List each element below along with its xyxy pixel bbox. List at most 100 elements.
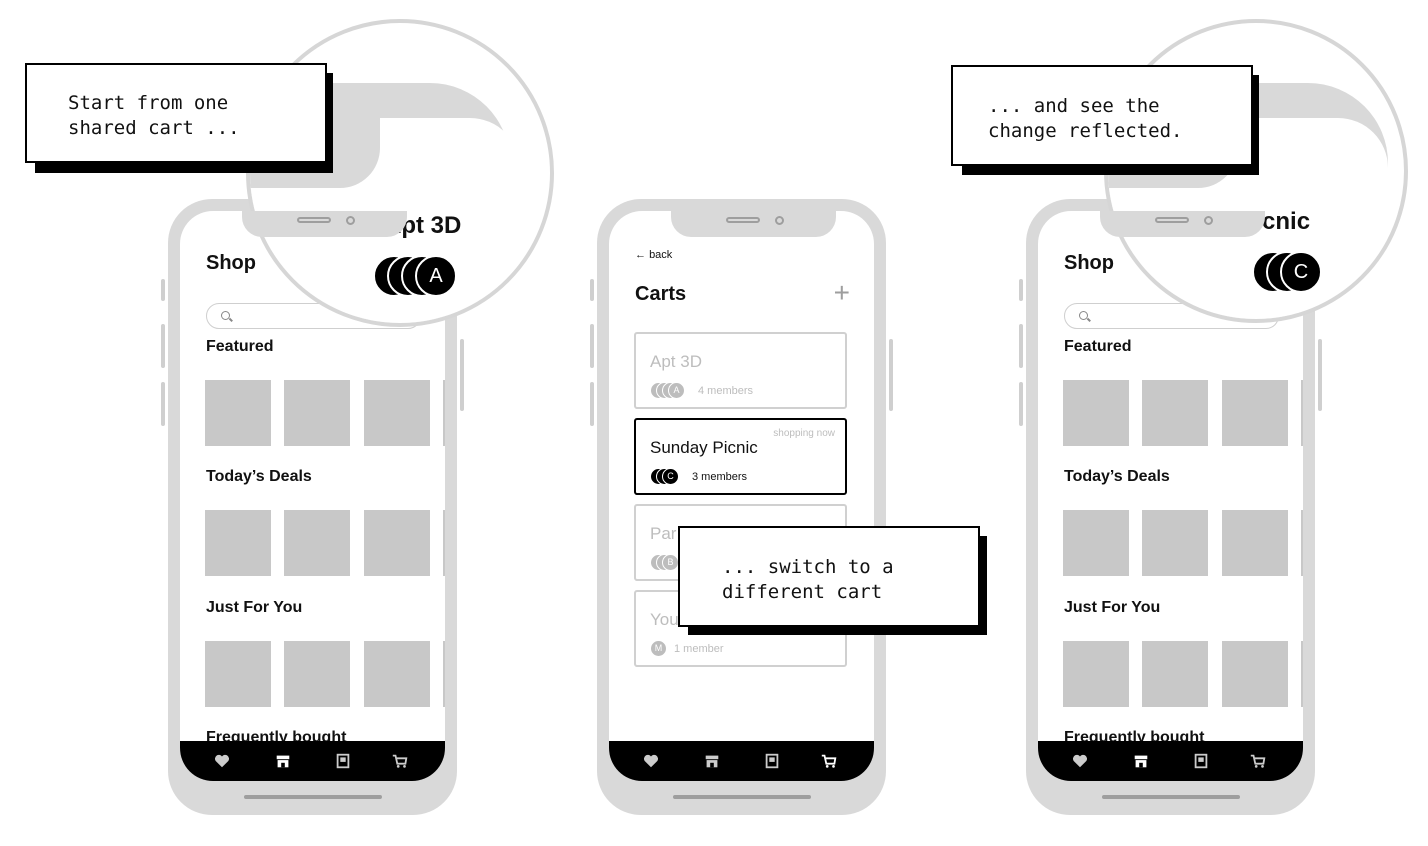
notch [242,211,407,237]
callout-start: Start from one shared cart ... [25,63,327,163]
side-button [590,279,594,301]
callout-text: ... switch to a different cart [722,556,894,603]
product-tile[interactable] [443,510,445,576]
side-button [590,382,594,426]
product-tile[interactable] [1063,641,1129,707]
arrow-left-icon: ← [635,249,650,261]
section-title-for-you: Just For You [1064,599,1161,616]
product-tile[interactable] [284,641,350,707]
cart-name: You [650,610,679,629]
home-indicator [244,795,382,799]
avatar: A [668,382,685,399]
product-tile[interactable] [1142,380,1208,446]
side-button [1019,324,1023,368]
product-tile[interactable] [284,510,350,576]
callout-text: Start from one shared cart ... [68,92,240,139]
book-icon[interactable] [334,752,352,770]
side-button [161,324,165,368]
book-icon[interactable] [763,752,781,770]
callout-reflected: ... and see the change reflected. [951,65,1253,166]
section-title-deals: Today’s Deals [206,468,312,485]
product-tile[interactable] [1222,641,1288,707]
phone-screen: ← back Carts + Apt 3D A 4 members shoppi… [609,211,874,781]
avatar: A [415,255,457,297]
avatar-stack: A [650,382,690,399]
cart-member-count: 3 members [692,471,748,483]
avatar: C [1280,251,1322,293]
product-tile[interactable] [1142,641,1208,707]
zoomed-avatar-stack: A [373,255,473,297]
heart-icon[interactable] [213,752,231,770]
search-icon [1079,311,1088,320]
product-tile[interactable] [1301,380,1303,446]
search-icon [221,311,230,320]
bottom-tab-bar [609,741,874,781]
product-tile[interactable] [1142,510,1208,576]
product-tile[interactable] [205,510,271,576]
page-title: Carts [635,283,687,305]
home-indicator [1102,795,1240,799]
side-button [1019,279,1023,301]
avatar-stack: C [650,468,690,485]
back-button[interactable]: ← back [635,249,672,261]
section-title-for-you: Just For You [206,599,303,616]
store-icon[interactable] [703,752,721,770]
side-button [590,324,594,368]
product-tile[interactable] [364,380,430,446]
section-title-featured: Featured [1064,338,1132,355]
product-tile[interactable] [1222,380,1288,446]
page-title: Shop [1064,252,1114,274]
side-button [460,339,464,411]
status-badge: shopping now [773,428,835,439]
bottom-tab-bar [180,741,445,781]
product-tile[interactable] [1063,510,1129,576]
zoomed-avatar-stack: C [1252,251,1342,293]
home-indicator [673,795,811,799]
add-cart-button[interactable]: + [834,277,850,309]
product-tile[interactable] [1301,641,1303,707]
avatar: M [650,640,667,657]
phone-carts: ← back Carts + Apt 3D A 4 members shoppi… [590,199,893,815]
product-tile[interactable] [364,510,430,576]
product-tile[interactable] [205,641,271,707]
cart-icon[interactable] [1249,752,1267,770]
heart-icon[interactable] [642,752,660,770]
callout-text: ... and see the change reflected. [988,95,1183,142]
product-tile[interactable] [205,380,271,446]
heart-icon[interactable] [1071,752,1089,770]
cart-card-apt-3d[interactable]: Apt 3D A 4 members [634,332,847,409]
cart-name: Apt 3D [650,352,702,371]
book-icon[interactable] [1192,752,1210,770]
cart-name: Sunday Picnic [650,438,758,457]
cart-member-count: 4 members [698,385,754,397]
section-title-featured: Featured [206,338,274,355]
section-title-deals: Today’s Deals [1064,468,1170,485]
side-button [1019,382,1023,426]
side-button [1318,339,1322,411]
back-label: back [649,249,673,261]
product-tile[interactable] [364,641,430,707]
product-tile[interactable] [443,641,445,707]
product-tile[interactable] [1222,510,1288,576]
product-tile[interactable] [443,380,445,446]
side-button [161,382,165,426]
notch [1100,211,1265,237]
side-button [889,339,893,411]
cart-member-count: 1 member [674,643,724,655]
side-button [161,279,165,301]
page-title: Shop [206,252,256,274]
cart-name: Par [650,524,677,543]
notch [671,211,836,237]
store-icon[interactable] [274,752,292,770]
product-tile[interactable] [1301,510,1303,576]
bottom-tab-bar [1038,741,1303,781]
cart-card-sunday-picnic[interactable]: shopping now Sunday Picnic C 3 members [634,418,847,495]
cart-icon[interactable] [820,752,838,770]
cart-icon[interactable] [391,752,409,770]
callout-switch: ... switch to a different cart [678,526,980,627]
product-tile[interactable] [1063,380,1129,446]
product-tile[interactable] [284,380,350,446]
avatar: C [662,468,679,485]
avatar: B [662,554,679,571]
store-icon[interactable] [1132,752,1150,770]
